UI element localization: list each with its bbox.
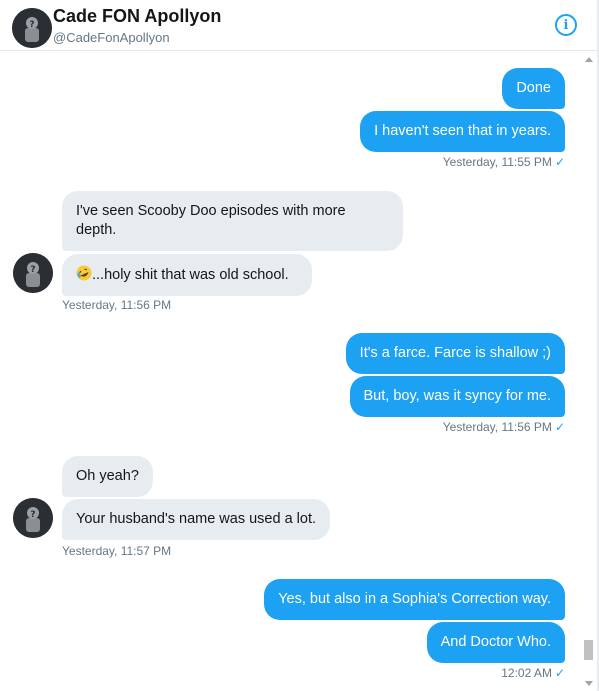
timestamp-text: Yesterday, 11:57 PM bbox=[62, 544, 172, 558]
contact-name[interactable]: Cade FON Apollyon bbox=[53, 6, 221, 27]
contact-avatar[interactable]: ? bbox=[12, 8, 52, 48]
user-silhouette-icon: ? bbox=[13, 253, 53, 293]
timestamp-text: 12:02 AM bbox=[501, 666, 552, 680]
svg-text:?: ? bbox=[30, 265, 35, 275]
message-text: ...holy shit that was old school. bbox=[92, 267, 289, 283]
timestamp-text: Yesterday, 11:56 PM bbox=[442, 420, 552, 434]
message-timestamp: Yesterday, 11:55 PM ✓ bbox=[443, 155, 565, 169]
rolling-on-floor-laughing-icon bbox=[76, 265, 92, 281]
incoming-message[interactable]: Your husband's name was used a lot. bbox=[62, 499, 331, 540]
svg-text:?: ? bbox=[29, 20, 34, 30]
message-timestamp: Yesterday, 11:56 PM bbox=[62, 298, 171, 312]
message-timestamp: Yesterday, 11:56 PM ✓ bbox=[443, 420, 565, 434]
scrollbar[interactable] bbox=[580, 52, 597, 691]
incoming-message[interactable]: ...holy shit that was old school. bbox=[62, 254, 312, 296]
read-check-icon: ✓ bbox=[554, 155, 565, 169]
outgoing-message[interactable]: But, boy, was it syncy for me. bbox=[349, 376, 565, 417]
outgoing-message[interactable]: Done bbox=[502, 68, 565, 109]
user-silhouette-icon: ? bbox=[12, 8, 52, 48]
read-check-icon: ✓ bbox=[554, 420, 565, 434]
conversation-header: ? Cade FON Apollyon @CadeFonApollyon i bbox=[0, 0, 597, 51]
scroll-up-arrow-icon[interactable] bbox=[585, 57, 593, 62]
scroll-down-arrow-icon[interactable] bbox=[585, 681, 593, 686]
read-check-icon: ✓ bbox=[554, 666, 565, 680]
contact-handle[interactable]: @CadeFonApollyon bbox=[53, 30, 170, 45]
message-timestamp: 12:02 AM ✓ bbox=[501, 666, 565, 680]
info-icon[interactable]: i bbox=[555, 14, 577, 36]
contact-avatar[interactable]: ? bbox=[13, 498, 53, 538]
timestamp-text: Yesterday, 11:55 PM bbox=[442, 155, 552, 169]
incoming-message[interactable]: I've seen Scooby Doo episodes with more … bbox=[62, 191, 403, 251]
timestamp-text: Yesterday, 11:56 PM bbox=[62, 298, 172, 312]
svg-text:?: ? bbox=[30, 510, 35, 520]
message-timestamp: Yesterday, 11:57 PM bbox=[62, 544, 171, 558]
user-silhouette-icon: ? bbox=[13, 498, 53, 538]
incoming-message[interactable]: Oh yeah? bbox=[62, 456, 153, 497]
outgoing-message[interactable]: Yes, but also in a Sophia's Correction w… bbox=[264, 579, 565, 620]
outgoing-message[interactable]: It's a farce. Farce is shallow ;) bbox=[345, 333, 565, 374]
contact-avatar[interactable]: ? bbox=[13, 253, 53, 293]
outgoing-message[interactable]: I haven't seen that in years. bbox=[360, 111, 565, 152]
outgoing-message[interactable]: And Doctor Who. bbox=[426, 622, 565, 663]
scrollbar-thumb[interactable] bbox=[584, 640, 593, 660]
